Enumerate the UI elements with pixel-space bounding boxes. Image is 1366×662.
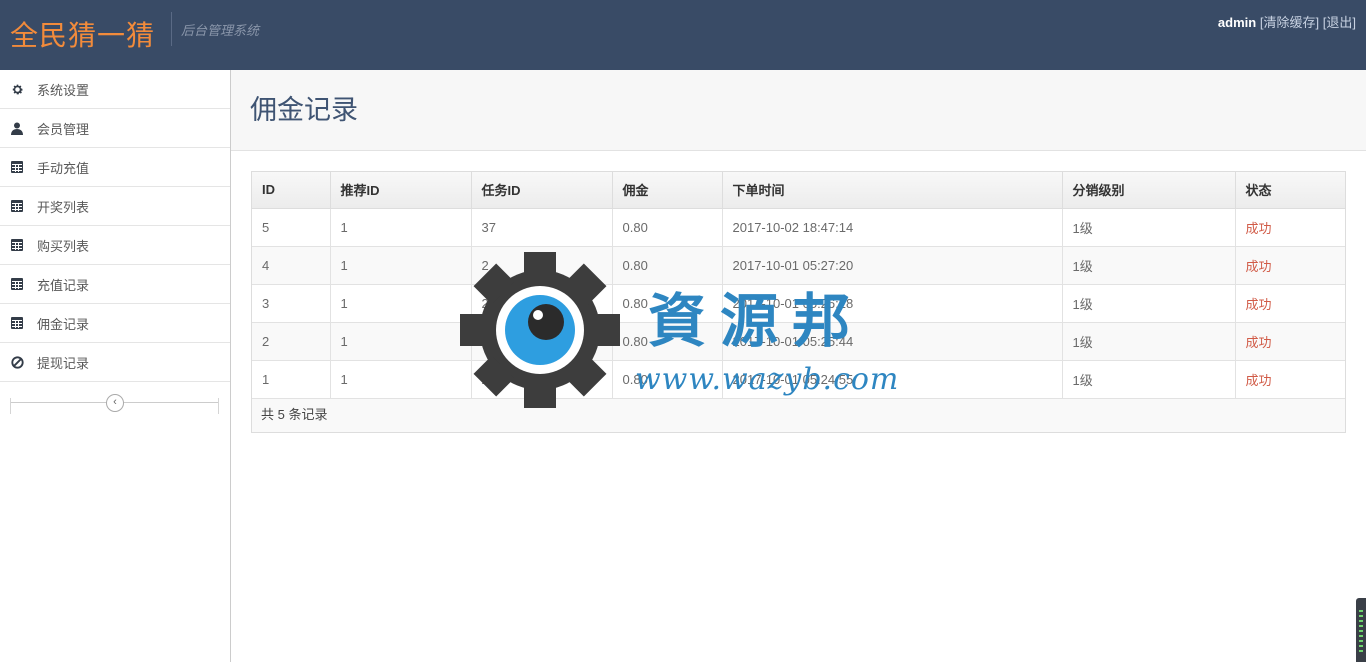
status-badge: 成功 xyxy=(1235,322,1345,361)
sidebar-item-member-management[interactable]: 会员管理 xyxy=(0,109,230,148)
cell-id: 1 xyxy=(252,360,331,399)
cell-order-time: 2017-10-01 05:25:44 xyxy=(722,322,1063,361)
cell-id: 5 xyxy=(252,208,331,247)
main-content: 佣金记录 ID 推荐ID 任务ID 佣金 下单时间 分销级别 状态 5 1 37… xyxy=(231,70,1366,662)
table-row: 4 1 2 0.80 2017-10-01 05:27:20 1级 成功 xyxy=(252,246,1345,285)
cell-commission: 0.80 xyxy=(612,246,723,285)
cell-level: 1级 xyxy=(1062,246,1236,285)
table-row: 3 1 2 0.80 2017-10-01 05:26:28 1级 成功 xyxy=(252,284,1345,323)
cell-task-id: 2 xyxy=(471,322,613,361)
cell-id: 3 xyxy=(252,284,331,323)
column-header-commission[interactable]: 佣金 xyxy=(612,172,723,209)
cell-order-time: 2017-10-01 05:26:28 xyxy=(722,284,1063,323)
column-header-task-id[interactable]: 任务ID xyxy=(471,172,613,209)
commission-table: ID 推荐ID 任务ID 佣金 下单时间 分销级别 状态 5 1 37 0.80… xyxy=(252,172,1345,399)
table-row: 1 1 2 0.80 2017-10-01 05:24:55 1级 成功 xyxy=(252,360,1345,399)
column-header-referrer-id[interactable]: 推荐ID xyxy=(330,172,472,209)
sidebar-item-manual-recharge[interactable]: 手动充值 xyxy=(0,148,230,187)
sidebar-item-purchase-list[interactable]: 购买列表 xyxy=(0,226,230,265)
sidebar-item-label: 佣金记录 xyxy=(37,316,90,332)
status-badge: 成功 xyxy=(1235,284,1345,323)
sidebar-item-lottery-list[interactable]: 开奖列表 xyxy=(0,187,230,226)
calendar-icon xyxy=(10,199,24,213)
top-navbar: 全民猜一猜 后台管理系统 admin [清除缓存] [退出] xyxy=(0,0,1366,70)
brand-subtitle: 后台管理系统 xyxy=(181,23,260,38)
calendar-icon xyxy=(10,316,24,330)
status-badge: 成功 xyxy=(1235,360,1345,399)
column-header-distribution-level[interactable]: 分销级别 xyxy=(1062,172,1236,209)
cell-id: 4 xyxy=(252,246,331,285)
cell-id: 2 xyxy=(252,322,331,361)
gear-icon xyxy=(10,82,24,96)
sidebar-item-withdrawal-records[interactable]: 提现记录 xyxy=(0,343,230,382)
page-header: 佣金记录 xyxy=(231,70,1366,151)
sidebar-item-commission-records[interactable]: 佣金记录 xyxy=(0,304,230,343)
cell-referrer-id: 1 xyxy=(330,208,472,247)
username: admin xyxy=(1217,15,1257,30)
cell-referrer-id: 1 xyxy=(330,246,472,285)
bracket: ] xyxy=(1352,15,1356,30)
cell-order-time: 2017-10-01 05:24:55 xyxy=(722,360,1063,399)
collapse-sidebar-button[interactable]: ‹ xyxy=(106,394,124,412)
brand-title[interactable]: 全民猜一猜 xyxy=(10,14,155,54)
cell-task-id: 37 xyxy=(471,208,613,247)
sidebar-item-system-settings[interactable]: 系统设置 xyxy=(0,70,230,109)
user-menu: admin [清除缓存] [退出] xyxy=(1218,12,1356,31)
status-badge: 成功 xyxy=(1235,208,1345,247)
sidebar-collapse-bar: ‹ xyxy=(0,382,230,424)
clear-cache-link[interactable]: 清除缓存 xyxy=(1263,15,1315,30)
table-row: 2 1 2 0.80 2017-10-01 05:25:44 1级 成功 xyxy=(252,322,1345,361)
cell-order-time: 2017-10-01 05:27:20 xyxy=(722,246,1063,285)
cell-commission: 0.80 xyxy=(612,208,723,247)
sidebar-item-label: 购买列表 xyxy=(37,238,90,254)
sidebar-item-label: 手动充值 xyxy=(37,160,90,176)
cell-task-id: 2 xyxy=(471,246,613,285)
brand-divider xyxy=(171,12,172,46)
logout-link[interactable]: 退出 xyxy=(1326,15,1352,30)
sidebar-item-label: 充值记录 xyxy=(37,277,90,293)
page-title: 佣金记录 xyxy=(250,95,358,125)
cell-level: 1级 xyxy=(1062,208,1236,247)
cell-referrer-id: 1 xyxy=(330,284,472,323)
cell-task-id: 2 xyxy=(471,360,613,399)
calendar-icon xyxy=(10,277,24,291)
table-row: 5 1 37 0.80 2017-10-02 18:47:14 1级 成功 xyxy=(252,208,1345,247)
record-count: 共 5 条记录 xyxy=(252,398,1345,432)
edge-widget[interactable] xyxy=(1356,598,1366,662)
status-badge: 成功 xyxy=(1235,246,1345,285)
table-header-row: ID 推荐ID 任务ID 佣金 下单时间 分销级别 状态 xyxy=(252,172,1345,209)
sidebar-item-recharge-records[interactable]: 充值记录 xyxy=(0,265,230,304)
cell-commission: 0.80 xyxy=(612,284,723,323)
cell-level: 1级 xyxy=(1062,284,1236,323)
sidebar-item-label: 系统设置 xyxy=(37,82,90,98)
cell-commission: 0.80 xyxy=(612,322,723,361)
cell-level: 1级 xyxy=(1062,322,1236,361)
calendar-icon xyxy=(10,238,24,252)
calendar-icon xyxy=(10,160,24,174)
user-icon xyxy=(10,121,24,135)
sidebar-item-label: 提现记录 xyxy=(37,355,90,371)
sidebar: 系统设置 会员管理 手动充值 开奖列表 购买列表 充值记录 佣金记录 提现记录 … xyxy=(0,70,231,662)
cell-order-time: 2017-10-02 18:47:14 xyxy=(722,208,1063,247)
commission-table-container: ID 推荐ID 任务ID 佣金 下单时间 分销级别 状态 5 1 37 0.80… xyxy=(251,171,1346,433)
cell-task-id: 2 xyxy=(471,284,613,323)
sidebar-item-label: 会员管理 xyxy=(37,121,90,137)
ban-icon xyxy=(10,355,24,369)
sidebar-item-label: 开奖列表 xyxy=(37,199,90,215)
column-header-id[interactable]: ID xyxy=(252,172,331,209)
bracket: ] xyxy=(1315,15,1320,30)
cell-referrer-id: 1 xyxy=(330,322,472,361)
column-header-status[interactable]: 状态 xyxy=(1235,172,1345,209)
cell-level: 1级 xyxy=(1062,360,1236,399)
cell-referrer-id: 1 xyxy=(330,360,472,399)
column-header-order-time[interactable]: 下单时间 xyxy=(722,172,1063,209)
cell-commission: 0.80 xyxy=(612,360,723,399)
